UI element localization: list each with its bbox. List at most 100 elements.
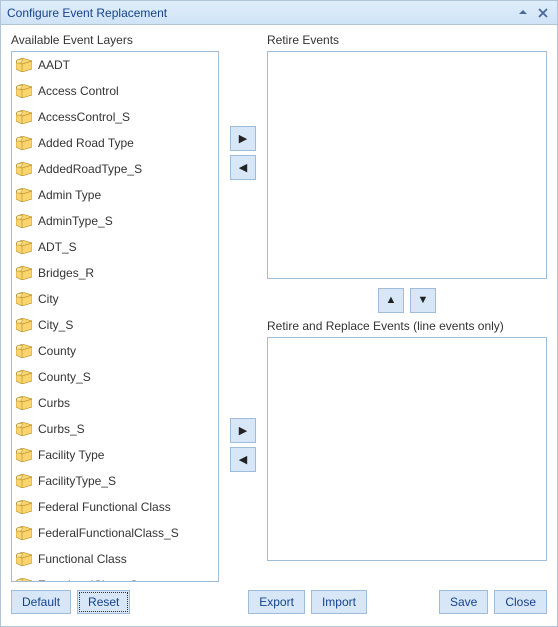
layer-item[interactable]: Bridges_R [12,260,218,286]
available-column: Available Event Layers AADT Access Contr… [11,33,219,582]
layer-icon [16,422,32,436]
dialog-body: Available Event Layers AADT Access Contr… [1,25,557,586]
layer-item-label: City [38,292,59,306]
save-button-label: Save [450,595,477,609]
layer-item-label: Curbs [38,396,70,410]
layer-item[interactable]: ADT_S [12,234,218,260]
layer-icon [16,136,32,150]
window-title: Configure Event Replacement [7,6,511,20]
move-up-button[interactable]: ▲ [378,288,404,313]
layer-item-label: AdminType_S [38,214,113,228]
layer-icon [16,84,32,98]
close-button-label: Close [505,595,536,609]
layer-item[interactable]: FederalFunctionalClass_S [12,520,218,546]
left-arrow-icon: ◀ [239,453,247,466]
layer-item[interactable]: FunctionalClass_S [12,572,218,582]
retire-replace-label: Retire and Replace Events (line events o… [267,319,547,337]
layer-item[interactable]: County [12,338,218,364]
layer-icon [16,448,32,462]
export-button[interactable]: Export [248,590,305,614]
close-button[interactable]: Close [494,590,547,614]
layer-icon [16,396,32,410]
layer-icon [16,526,32,540]
left-arrow-icon: ◀ [239,161,247,174]
close-icon[interactable] [535,5,551,21]
layer-item[interactable]: Facility Type [12,442,218,468]
layer-item[interactable]: Curbs_S [12,416,218,442]
layer-item[interactable]: Admin Type [12,182,218,208]
transfer-retire-group: ▶ ◀ [230,126,256,180]
layer-item[interactable]: County_S [12,364,218,390]
layer-item-label: City_S [38,318,73,332]
layer-icon [16,552,32,566]
layer-item-label: Federal Functional Class [38,500,171,514]
save-button[interactable]: Save [439,590,488,614]
layer-item[interactable]: AdminType_S [12,208,218,234]
layer-item-label: Functional Class [38,552,127,566]
layer-item-label: Admin Type [38,188,101,202]
layer-item[interactable]: Added Road Type [12,130,218,156]
layer-item-label: AccessControl_S [38,110,130,124]
dialog-window: Configure Event Replacement Available Ev… [0,0,558,627]
reset-button[interactable]: Reset [77,590,130,614]
titlebar: Configure Event Replacement [1,1,557,25]
layer-item-label: Access Control [38,84,119,98]
layer-item[interactable]: AADT [12,52,218,78]
right-arrow-icon: ▶ [239,132,247,145]
transfer-buttons-column: ▶ ◀ ▶ ◀ [219,33,267,582]
layer-item-label: AddedRoadType_S [38,162,142,176]
retire-label: Retire Events [267,33,547,51]
layer-item-label: FacilityType_S [38,474,116,488]
transfer-replace-group: ▶ ◀ [230,418,256,472]
dialog-footer: Default Reset Export Import Save Close [1,586,557,626]
retire-events-list[interactable] [267,51,547,279]
layer-item[interactable]: Functional Class [12,546,218,572]
move-from-retire-button[interactable]: ◀ [230,155,256,180]
retire-replace-events-list[interactable] [267,337,547,561]
layer-item[interactable]: City [12,286,218,312]
layer-icon [16,292,32,306]
layer-item[interactable]: Curbs [12,390,218,416]
import-button[interactable]: Import [311,590,367,614]
up-arrow-icon: ▲ [386,294,397,306]
reorder-buttons: ▲ ▼ [267,285,547,315]
move-from-replace-button[interactable]: ◀ [230,447,256,472]
layer-item-label: Bridges_R [38,266,94,280]
layer-item-label: AADT [38,58,70,72]
right-arrow-icon: ▶ [239,424,247,437]
layer-icon [16,318,32,332]
layer-item-label: Facility Type [38,448,104,462]
default-button[interactable]: Default [11,590,71,614]
layer-item[interactable]: Federal Functional Class [12,494,218,520]
layer-item-label: ADT_S [38,240,77,254]
layer-icon [16,344,32,358]
layer-item-label: County_S [38,370,91,384]
layer-item[interactable]: AccessControl_S [12,104,218,130]
layer-icon [16,162,32,176]
move-down-button[interactable]: ▼ [410,288,436,313]
layer-item-label: FunctionalClass_S [38,578,138,582]
layer-item-label: Added Road Type [38,136,134,150]
available-layers-list[interactable]: AADT Access Control AccessControl_S Adde… [11,51,219,582]
layer-item[interactable]: AddedRoadType_S [12,156,218,182]
layer-item-label: FederalFunctionalClass_S [38,526,179,540]
collapse-icon[interactable] [515,5,531,21]
layer-icon [16,110,32,124]
export-button-label: Export [259,595,294,609]
layer-icon [16,370,32,384]
layer-item-label: County [38,344,76,358]
layer-icon [16,474,32,488]
layer-item[interactable]: City_S [12,312,218,338]
move-to-retire-button[interactable]: ▶ [230,126,256,151]
default-button-label: Default [22,595,60,609]
layer-item[interactable]: Access Control [12,78,218,104]
reset-button-label: Reset [88,595,119,609]
layer-icon [16,578,32,582]
move-to-replace-button[interactable]: ▶ [230,418,256,443]
down-arrow-icon: ▼ [418,294,429,306]
layer-icon [16,214,32,228]
layer-icon [16,266,32,280]
layer-item[interactable]: FacilityType_S [12,468,218,494]
layer-icon [16,240,32,254]
right-column: Retire Events ▲ ▼ Retire and Replace Eve… [267,33,547,582]
